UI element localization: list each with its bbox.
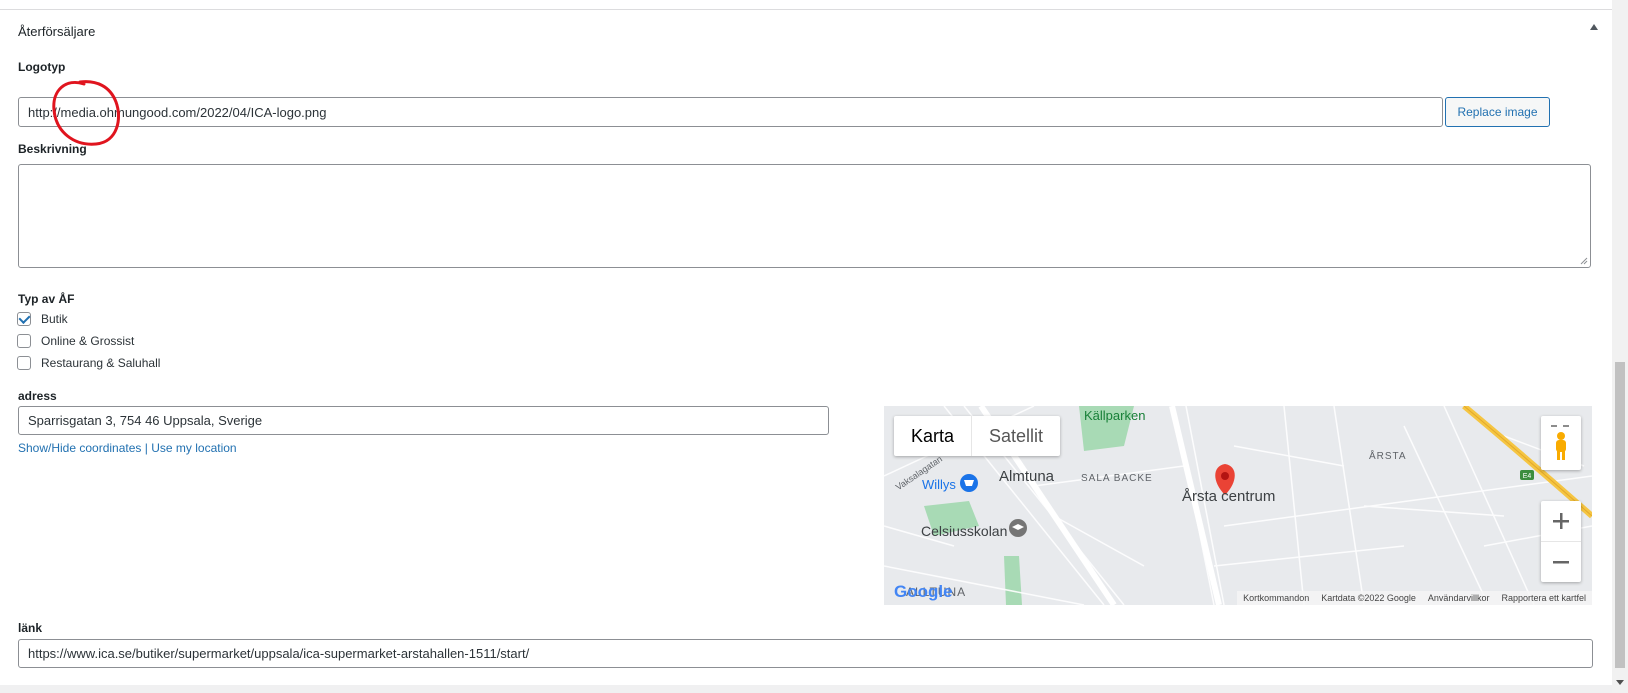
keyboard-shortcuts-link[interactable]: Kortkommandon (1243, 593, 1309, 603)
google-logo[interactable]: Google (894, 582, 953, 602)
map-type-control: Karta Satellit (894, 416, 1061, 456)
type-option-butik[interactable]: Butik (17, 312, 68, 326)
top-divider (0, 0, 1612, 10)
type-label: Typ av ÅF (18, 292, 75, 306)
scroll-down-arrow-icon[interactable] (1616, 680, 1624, 685)
link-separator: | (144, 441, 148, 455)
zoom-in-icon[interactable] (1541, 501, 1581, 542)
collapse-toggle-icon[interactable] (1590, 24, 1598, 30)
zoom-control (1541, 501, 1581, 582)
type-option-restaurang[interactable]: Restaurang & Saluhall (17, 356, 160, 370)
map-label-willys: Willys (922, 477, 956, 492)
google-logo-text: Google (894, 582, 953, 601)
map-label-kallparken: Källparken (1084, 408, 1146, 423)
map-label-arsta: ÅRSTA (1369, 451, 1407, 462)
link-label: länk (18, 621, 43, 635)
scrollbar-thumb[interactable] (1615, 362, 1625, 668)
terms-link[interactable]: Användarvillkor (1428, 593, 1490, 603)
logo-url-field[interactable]: http://media.ohmungood.com/2022/04/ICA-l… (18, 97, 1443, 127)
restaurang-checkbox[interactable] (17, 356, 31, 370)
butik-label: Butik (41, 312, 68, 326)
map-attribution: Kortkommandon Kartdata ©2022 Google Anvä… (1237, 591, 1592, 605)
map-type-satellit[interactable]: Satellit (972, 416, 1060, 456)
zoom-out-icon[interactable] (1541, 542, 1581, 582)
link-field[interactable]: https://www.ica.se/butiker/supermarket/u… (18, 639, 1593, 668)
logo-label: Logotyp (18, 60, 66, 74)
type-option-online[interactable]: Online & Grossist (17, 334, 134, 348)
address-field[interactable]: Sparrisgatan 3, 754 46 Uppsala, Sverige (18, 406, 829, 435)
street-view-pegman-icon[interactable] (1541, 416, 1581, 470)
address-links: Show/Hide coordinates | Use my location (18, 441, 237, 455)
butik-checkbox[interactable] (17, 312, 31, 326)
map-label-almtuna: Almtuna (999, 468, 1055, 485)
show-hide-coordinates-link[interactable]: Show/Hide coordinates (18, 441, 141, 455)
map-data-text: Kartdata ©2022 Google (1321, 593, 1416, 603)
use-my-location-link[interactable]: Use my location (151, 441, 236, 455)
panel-title: Återförsäljare (18, 24, 96, 39)
restaurang-label: Restaurang & Saluhall (41, 356, 161, 370)
map-label-arsta-centrum: Årsta centrum (1182, 488, 1276, 505)
replace-image-button[interactable]: Replace image (1445, 97, 1550, 127)
map-label-celsiusskolan: Celsiusskolan (921, 523, 1008, 539)
e4-sign: E4 (1523, 473, 1532, 480)
resize-handle-icon[interactable] (1580, 257, 1588, 265)
map-type-karta[interactable]: Karta (894, 416, 973, 456)
red-circle-annotation (52, 80, 120, 146)
online-grossist-label: Online & Grossist (41, 334, 135, 348)
online-grossist-checkbox[interactable] (17, 334, 31, 348)
address-label: adress (18, 389, 57, 403)
description-label: Beskrivning (18, 142, 87, 156)
description-textarea[interactable] (18, 164, 1591, 268)
map-label-sala-backe: SALA BACKE (1081, 473, 1153, 484)
report-error-link[interactable]: Rapportera ett kartfel (1501, 593, 1586, 603)
map-widget[interactable]: E4 Karta Satellit Källparken Almtuna SAL… (884, 406, 1592, 605)
